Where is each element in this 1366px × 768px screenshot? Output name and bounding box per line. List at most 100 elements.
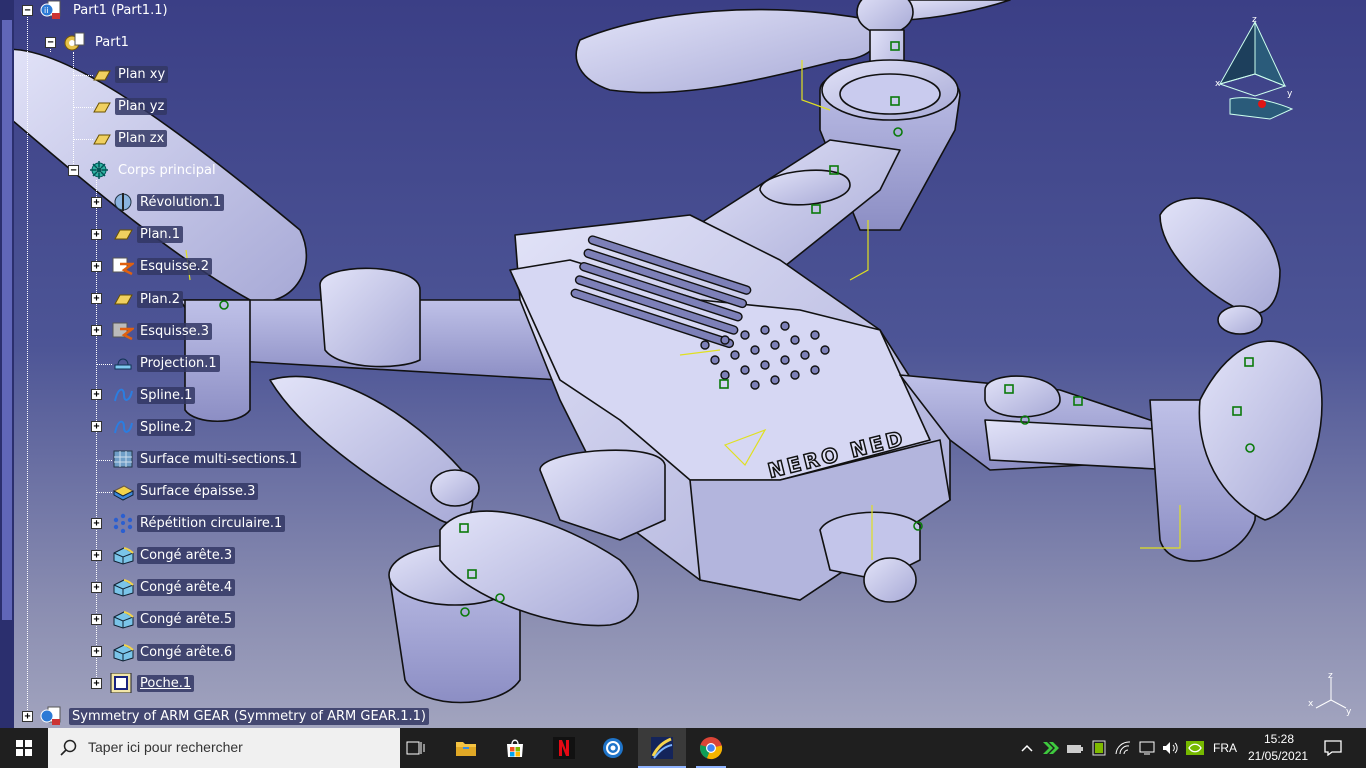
thick-surface-icon [112, 485, 134, 501]
tree-node-label[interactable]: Esquisse.2 [137, 258, 213, 275]
tree-expander[interactable]: + [91, 646, 102, 657]
axis-triad: z x y [1308, 671, 1352, 716]
store-button[interactable] [492, 728, 538, 768]
tree-node-label[interactable]: Spline.2 [137, 419, 196, 436]
plane-icon [93, 70, 111, 81]
tree-expander[interactable]: + [91, 518, 102, 529]
edge-fillet-icon [113, 611, 134, 629]
nvidia-icon [1186, 741, 1204, 755]
tree-node-label[interactable]: Répétition circulaire.1 [137, 515, 286, 532]
tree-expander[interactable]: + [91, 197, 102, 208]
nvidia-button[interactable] [1184, 728, 1206, 768]
tree-expander[interactable]: + [91, 550, 102, 561]
tree-node-label[interactable]: Plan.2 [137, 291, 184, 308]
plane-icon [93, 102, 111, 113]
usb-drive-icon [1067, 745, 1083, 753]
camera-lens [863, 557, 917, 603]
photos-button[interactable] [590, 728, 636, 768]
tree-node-label[interactable]: Plan.1 [137, 226, 184, 243]
axis-y-label: y [1346, 707, 1352, 716]
task-view-icon [406, 741, 425, 755]
tray-app-button[interactable] [1040, 728, 1062, 768]
notifications-button[interactable] [1318, 728, 1348, 768]
arrows-tray-icon [1043, 742, 1059, 754]
task-view-button[interactable] [400, 728, 432, 768]
tree-node-label[interactable]: Révolution.1 [137, 194, 225, 211]
pocket-icon [110, 673, 132, 693]
chrome-button[interactable] [688, 728, 734, 768]
sketch-icon [112, 257, 134, 276]
tree-node-label[interactable]: Part1 (Part1.1) [70, 2, 171, 19]
part-icon [64, 32, 85, 51]
tree-expander[interactable]: + [91, 261, 102, 272]
tree-connector [96, 364, 112, 365]
file-explorer-button[interactable] [443, 728, 489, 768]
tree-node-label[interactable]: Surface épaisse.3 [137, 483, 259, 500]
motor-inner [839, 73, 941, 115]
tree-node-label[interactable]: Congé arête.4 [137, 579, 236, 596]
tree-expander[interactable]: + [91, 325, 102, 336]
tree-expander[interactable]: + [91, 421, 102, 432]
tree-expander[interactable]: + [91, 293, 102, 304]
netflix-icon [553, 737, 575, 759]
language-indicator[interactable]: FRA [1213, 741, 1237, 755]
display-button[interactable] [1136, 728, 1158, 768]
tree-node-label[interactable]: Spline.1 [137, 387, 196, 404]
tree-expander[interactable]: + [91, 678, 102, 689]
tree-node-label[interactable]: Congé arête.5 [137, 611, 236, 628]
tree-node-label[interactable]: Corps principal [115, 162, 219, 179]
tree-node-label[interactable]: Congé arête.6 [137, 644, 236, 661]
propeller-blade [1159, 197, 1281, 315]
product-icon [40, 706, 61, 725]
tree-expander[interactable]: + [91, 614, 102, 625]
windows-logo-icon [16, 740, 32, 756]
tree-node-label[interactable]: Esquisse.3 [137, 323, 213, 340]
tree-node-label[interactable]: Plan yz [115, 98, 168, 115]
notification-icon [1324, 740, 1342, 756]
tree-connector [73, 52, 74, 172]
tree-expander[interactable]: + [91, 582, 102, 593]
product-icon: ii [40, 0, 61, 19]
tree-node-label[interactable]: Projection.1 [137, 355, 220, 372]
tree-node-label[interactable]: Poche.1 [137, 675, 195, 692]
tree-node-label[interactable]: Plan zx [115, 130, 168, 147]
compass-widget[interactable]: z x y [1210, 14, 1300, 124]
tree-expander[interactable]: − [68, 165, 79, 176]
volume-button[interactable] [1160, 728, 1182, 768]
wifi-button[interactable] [1112, 728, 1134, 768]
circular-pattern-icon [113, 513, 133, 533]
tray-overflow-button[interactable] [1016, 728, 1038, 768]
tray-app-button[interactable] [1064, 728, 1086, 768]
tree-expander[interactable]: + [91, 389, 102, 400]
3d-viewport[interactable]: NERO NED − ii Part1 (Part1.1) − Part1 Pl… [0, 0, 1366, 728]
tree-node-label[interactable]: Plan xy [115, 66, 169, 83]
axis-x-label: x [1308, 699, 1314, 709]
tree-connector [96, 460, 112, 461]
tree-node-label[interactable]: Surface multi-sections.1 [137, 451, 301, 468]
propeller-hub [1217, 305, 1263, 335]
propeller-blade [899, 0, 1011, 21]
edge-fillet-icon [113, 579, 134, 597]
file-explorer-icon [456, 742, 476, 756]
tree-node-label[interactable]: Congé arête.3 [137, 547, 236, 564]
tray-app-button[interactable] [1088, 728, 1110, 768]
taskbar-search[interactable]: Taper ici pour rechercher [48, 728, 400, 768]
wifi-icon [1115, 741, 1131, 755]
search-placeholder: Taper ici pour rechercher [88, 739, 243, 755]
tree-expander[interactable]: − [22, 5, 33, 16]
tree-expander[interactable]: + [91, 229, 102, 240]
arm-joint [984, 375, 1061, 418]
clock-date[interactable]: 21/05/2021 [1248, 749, 1308, 763]
compass-y-label: y [1287, 89, 1293, 99]
netflix-button[interactable] [541, 728, 587, 768]
chevron-up-icon [1021, 744, 1033, 752]
tree-expander[interactable]: − [45, 37, 56, 48]
specification-tree[interactable]: − ii Part1 (Part1.1) − Part1 Plan xy Pla… [0, 0, 429, 728]
start-button[interactable] [0, 728, 48, 768]
tree-node-label[interactable]: Part1 [92, 34, 132, 51]
tree-expander[interactable]: + [22, 711, 33, 722]
clock-time[interactable]: 15:28 [1264, 732, 1294, 746]
tree-node-label[interactable]: Symmetry of ARM GEAR (Symmetry of ARM GE… [69, 708, 429, 725]
axis-z-label: z [1328, 671, 1333, 681]
catia-button[interactable] [638, 728, 686, 768]
